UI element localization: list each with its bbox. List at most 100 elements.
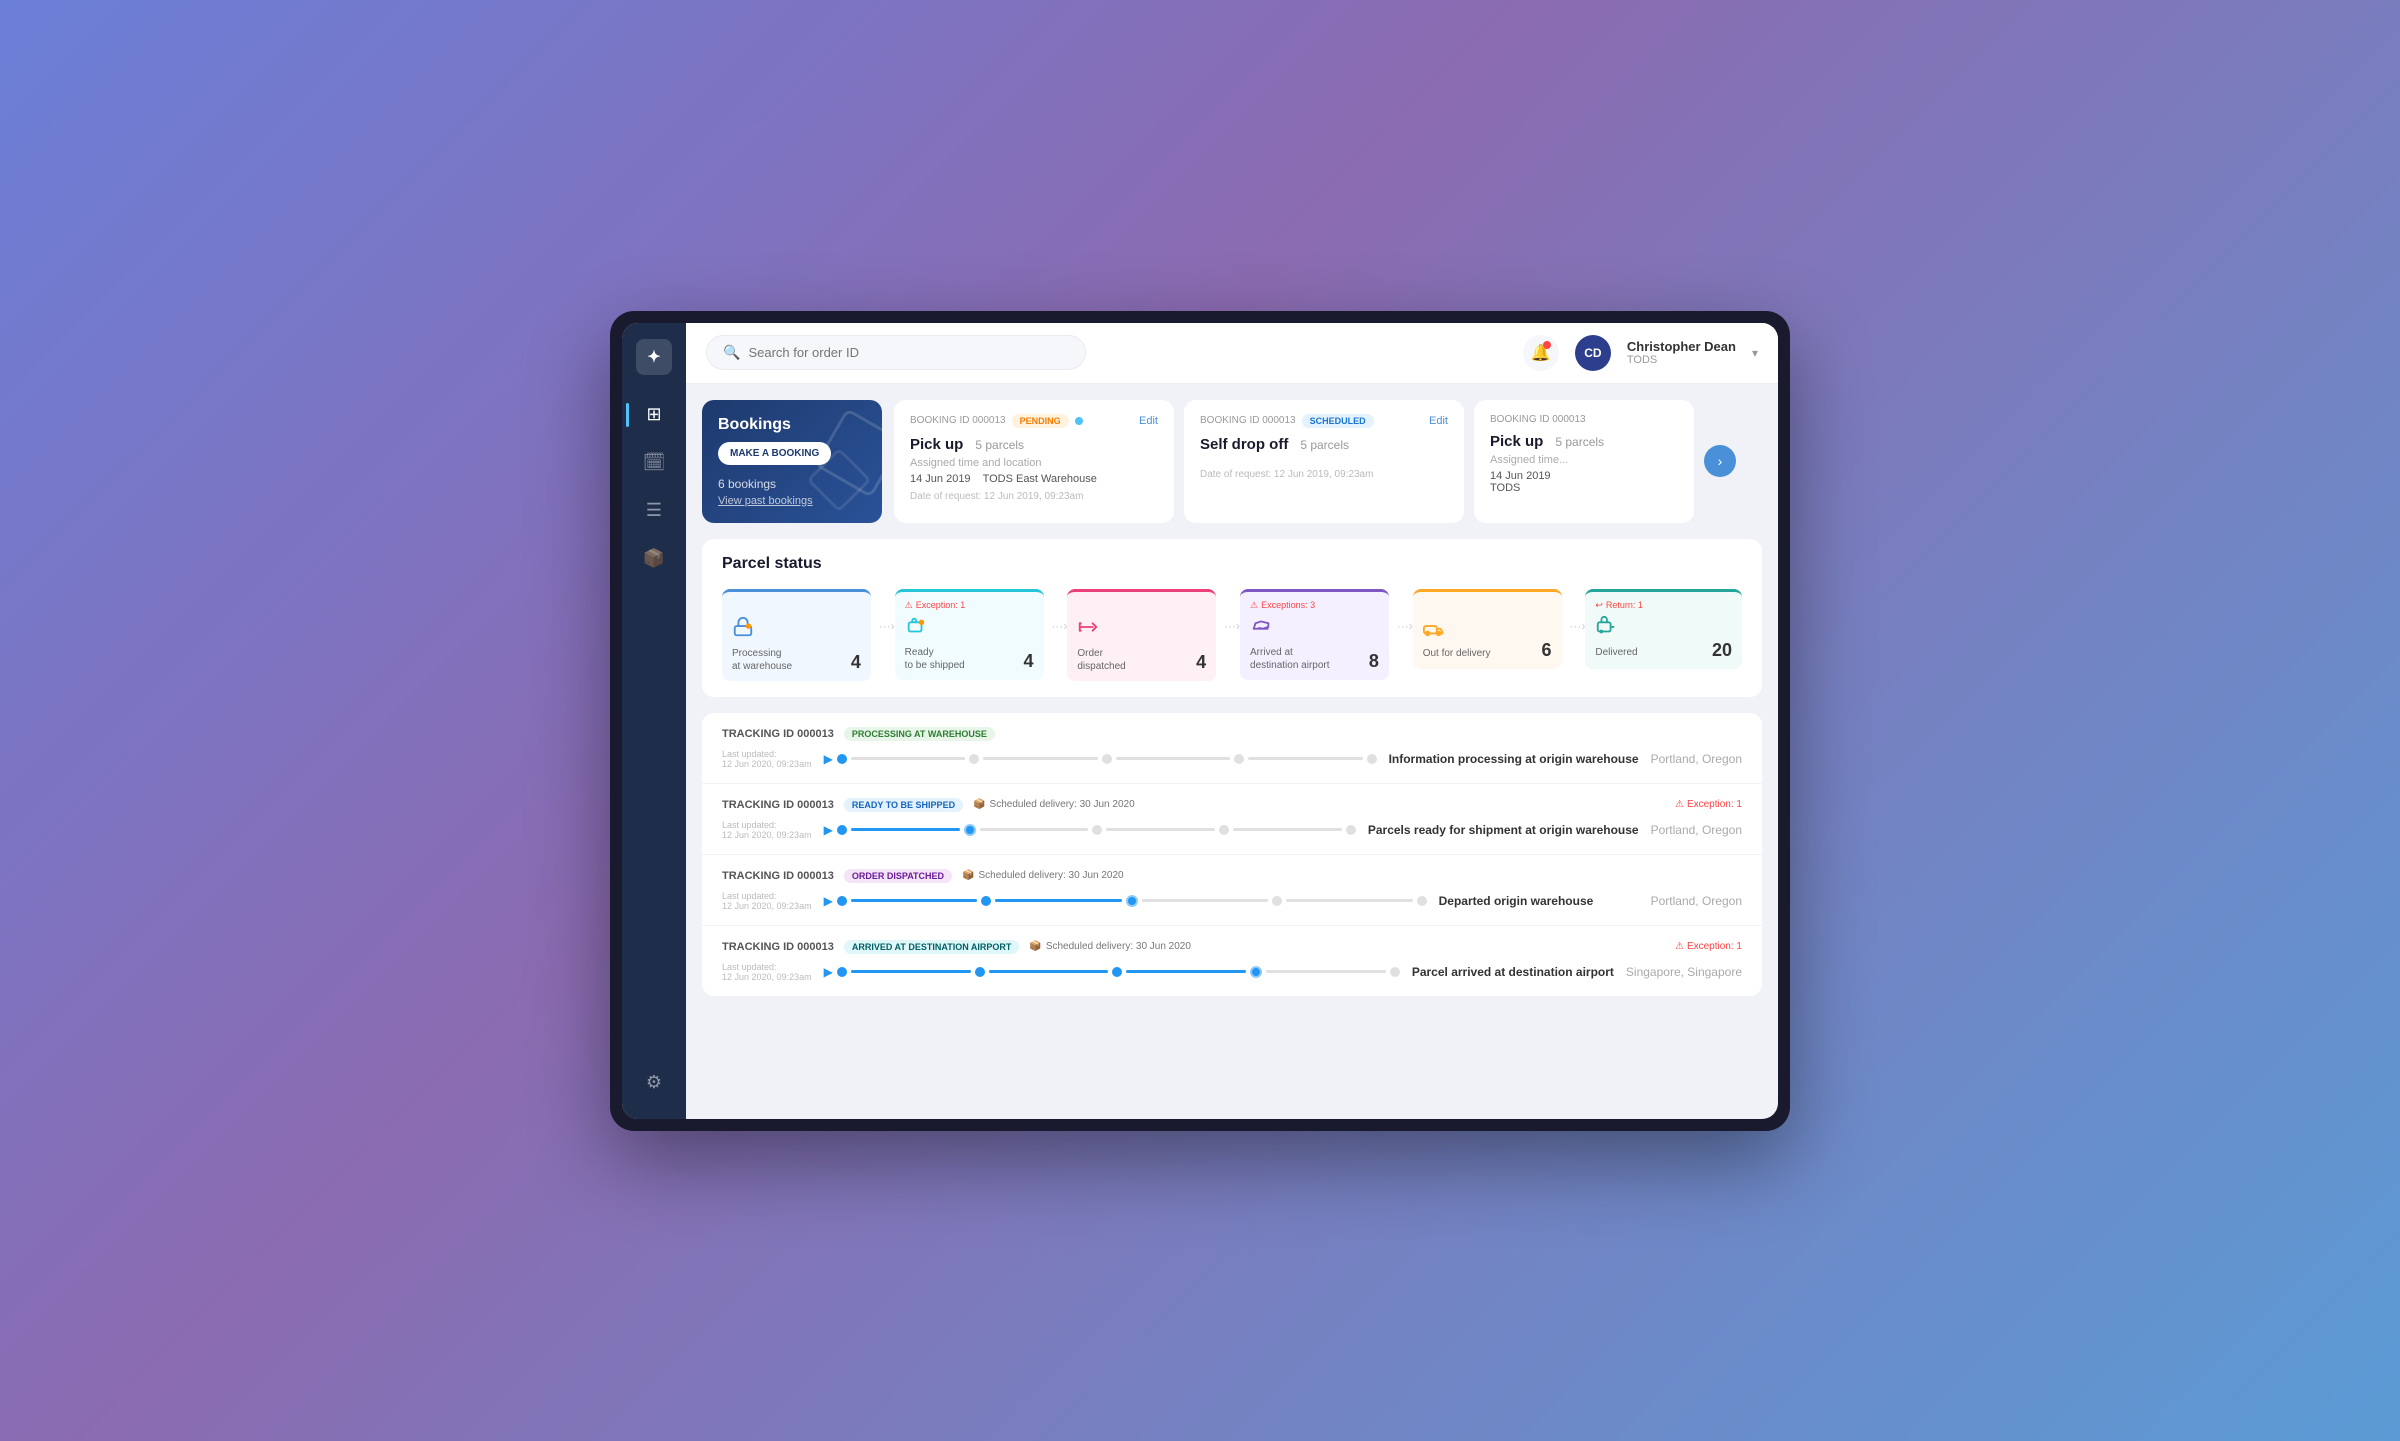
make-booking-button[interactable]: MAKE A BOOKING	[718, 442, 831, 465]
booking-parcels-2: 5 parcels	[1300, 438, 1349, 452]
progress-dot-2-3	[1092, 825, 1102, 835]
booking-detail-card-3: BOOKING ID 000013 Pick up 5 parcels Assi…	[1474, 400, 1694, 523]
progress-arrow-2: ▶	[824, 823, 833, 837]
progress-line-1-4	[1248, 757, 1362, 760]
progress-line-1-2	[983, 757, 1097, 760]
progress-line-3-4	[1286, 899, 1412, 902]
booking-card-2-header: BOOKING ID 000013 SCHEDULED Edit	[1200, 414, 1448, 428]
progress-dot-3-2	[981, 896, 991, 906]
progress-line-3-1	[851, 899, 977, 902]
sidebar-item-list[interactable]: ☰	[634, 491, 674, 531]
bookings-next-button[interactable]: ›	[1704, 445, 1736, 477]
stage-arrow-1: ···›	[879, 589, 895, 633]
sidebar-item-box[interactable]: 📦	[634, 539, 674, 579]
progress-line-3-2	[995, 899, 1121, 902]
booking-detail-card-1: BOOKING ID 000013 PENDING Edit Pick up 5…	[894, 400, 1174, 523]
booking-date-3: 14 Jun 2019	[1490, 470, 1678, 482]
tracking-loc-1: Portland, Oregon	[1651, 752, 1742, 766]
tracking-body-1: Last updated:12 Jun 2020, 09:23am ▶	[722, 749, 1742, 769]
stage-icon-5	[1423, 616, 1552, 643]
header: 🔍 🔔 CD Christopher Dean TODS	[686, 323, 1778, 384]
notification-button[interactable]: 🔔	[1523, 335, 1559, 371]
parcel-status-card: Parcel status Processingat warehouse	[702, 539, 1762, 697]
list-icon: ☰	[646, 500, 662, 521]
tablet-screen: ✦ ⊞ 🗓 ☰ 📦 ⚙	[622, 323, 1778, 1119]
progress-dot-2-4	[1219, 825, 1229, 835]
booking-loc-1: TODS East Warehouse	[983, 473, 1097, 485]
pipeline-stage-4[interactable]: ⚠ Exceptions: 3 Arrived atdestination ai…	[1240, 589, 1397, 680]
search-box[interactable]: 🔍	[706, 335, 1086, 370]
progress-dot-3-5	[1417, 896, 1427, 906]
pipeline-stage-1[interactable]: Processingat warehouse 4	[722, 589, 879, 681]
tracking-header-1: TRACKING ID 000013 PROCESSING AT WAREHOU…	[722, 727, 1742, 741]
tracking-body-2: Last updated:12 Jun 2020, 09:23am ▶	[722, 820, 1742, 840]
tracking-status-2: READY TO BE SHIPPED	[844, 798, 963, 812]
tracking-desc-2: Parcels ready for shipment at origin war…	[1368, 823, 1639, 837]
booking-type-2: Self drop off	[1200, 436, 1288, 453]
stage-count-5: 6	[1542, 640, 1552, 661]
booking-card-main: Bookings MAKE A BOOKING 6 bookings View …	[702, 400, 882, 523]
booking-edit-2[interactable]: Edit	[1429, 415, 1448, 427]
settings-icon: ⚙	[646, 1072, 662, 1093]
stage-return-6: ↩ Return: 1	[1595, 600, 1732, 611]
booking-loc-3: TODS	[1490, 482, 1678, 494]
delivery-text-3: Scheduled delivery: 30 Jun 2020	[979, 870, 1124, 881]
exception-link-2[interactable]: ⚠ Exception: 1	[1675, 799, 1742, 810]
progress-dot-3-1	[837, 896, 847, 906]
progress-dot-4-3	[1112, 967, 1122, 977]
user-dropdown-icon[interactable]: ▾	[1752, 346, 1758, 360]
tracking-loc-3: Portland, Oregon	[1651, 894, 1742, 908]
booking-cards-scroll: BOOKING ID 000013 PENDING Edit Pick up 5…	[894, 400, 1762, 523]
tracking-desc-3: Departed origin warehouse	[1439, 894, 1639, 908]
sidebar-logo[interactable]: ✦	[636, 339, 672, 375]
delivery-icon-2: 📦	[973, 799, 985, 810]
tracking-id-3: TRACKING ID 000013	[722, 870, 834, 882]
pipeline-stage-3[interactable]: Orderdispatched 4	[1067, 589, 1224, 681]
tracking-id-1: TRACKING ID 000013	[722, 728, 834, 740]
pipeline-stage-5[interactable]: Out for delivery 6	[1413, 589, 1570, 669]
booking-footer-2: Date of request: 12 Jun 2019, 09:23am	[1200, 469, 1448, 480]
tracking-row-2: TRACKING ID 000013 READY TO BE SHIPPED 📦…	[702, 784, 1762, 855]
booking-id-1: BOOKING ID 000013	[910, 415, 1006, 426]
progress-line-3-3	[1142, 899, 1268, 902]
progress-bar-1: ▶	[824, 752, 1377, 766]
stage-count-1: 4	[851, 652, 861, 673]
progress-arrow-3: ▶	[824, 894, 833, 908]
pipeline-stage-2[interactable]: ⚠ Exception: 1 Readyto be shipped 4	[895, 589, 1052, 680]
delivery-icon-4: 📦	[1029, 941, 1041, 952]
booking-type-3: Pick up	[1490, 433, 1543, 450]
stage-label-1: Processingat warehouse	[732, 647, 861, 673]
sidebar: ✦ ⊞ 🗓 ☰ 📦 ⚙	[622, 323, 686, 1119]
tracking-body-4: Last updated:12 Jun 2020, 09:23am ▶	[722, 962, 1742, 982]
stage-label-3: Orderdispatched	[1077, 647, 1206, 673]
stage-count-4: 8	[1369, 651, 1379, 672]
progress-dot-1-2	[969, 754, 979, 764]
user-company: TODS	[1627, 354, 1736, 366]
search-input[interactable]	[748, 345, 1069, 360]
tracking-header-2: TRACKING ID 000013 READY TO BE SHIPPED 📦…	[722, 798, 1742, 812]
stage-count-3: 4	[1196, 652, 1206, 673]
sidebar-item-dashboard[interactable]: ⊞	[634, 395, 674, 435]
progress-line-2-1	[851, 828, 960, 831]
search-icon: 🔍	[723, 344, 740, 361]
tracking-row-1: TRACKING ID 000013 PROCESSING AT WAREHOU…	[702, 713, 1762, 784]
sidebar-item-calendar[interactable]: 🗓	[634, 443, 674, 483]
tracking-meta-2: Last updated:12 Jun 2020, 09:23am	[722, 820, 812, 840]
tracking-id-4: TRACKING ID 000013	[722, 941, 834, 953]
status-pipeline: Processingat warehouse 4 ···› ⚠ Exceptio…	[722, 589, 1742, 681]
booking-footer-1: Date of request: 12 Jun 2019, 09:23am	[910, 491, 1158, 502]
main-content: 🔍 🔔 CD Christopher Dean TODS	[686, 323, 1778, 1119]
view-past-bookings-link[interactable]: View past bookings	[718, 495, 866, 507]
exception-link-4[interactable]: ⚠ Exception: 1	[1675, 941, 1742, 952]
parcel-status-title: Parcel status	[722, 555, 1742, 573]
progress-line-1-3	[1116, 757, 1230, 760]
tracking-meta-1: Last updated:12 Jun 2020, 09:23am	[722, 749, 812, 769]
tracking-desc-1: Information processing at origin warehou…	[1389, 752, 1639, 766]
calendar-icon: 🗓	[643, 452, 666, 473]
booking-edit-1[interactable]: Edit	[1139, 415, 1158, 427]
pipeline-stage-6[interactable]: ↩ Return: 1 Delivered 20	[1585, 589, 1742, 669]
sidebar-settings-button[interactable]: ⚙	[634, 1063, 674, 1103]
stage-icon-1	[732, 616, 861, 643]
progress-bar-3: ▶	[824, 894, 1427, 908]
tracking-meta-3: Last updated:12 Jun 2020, 09:23am	[722, 891, 812, 911]
